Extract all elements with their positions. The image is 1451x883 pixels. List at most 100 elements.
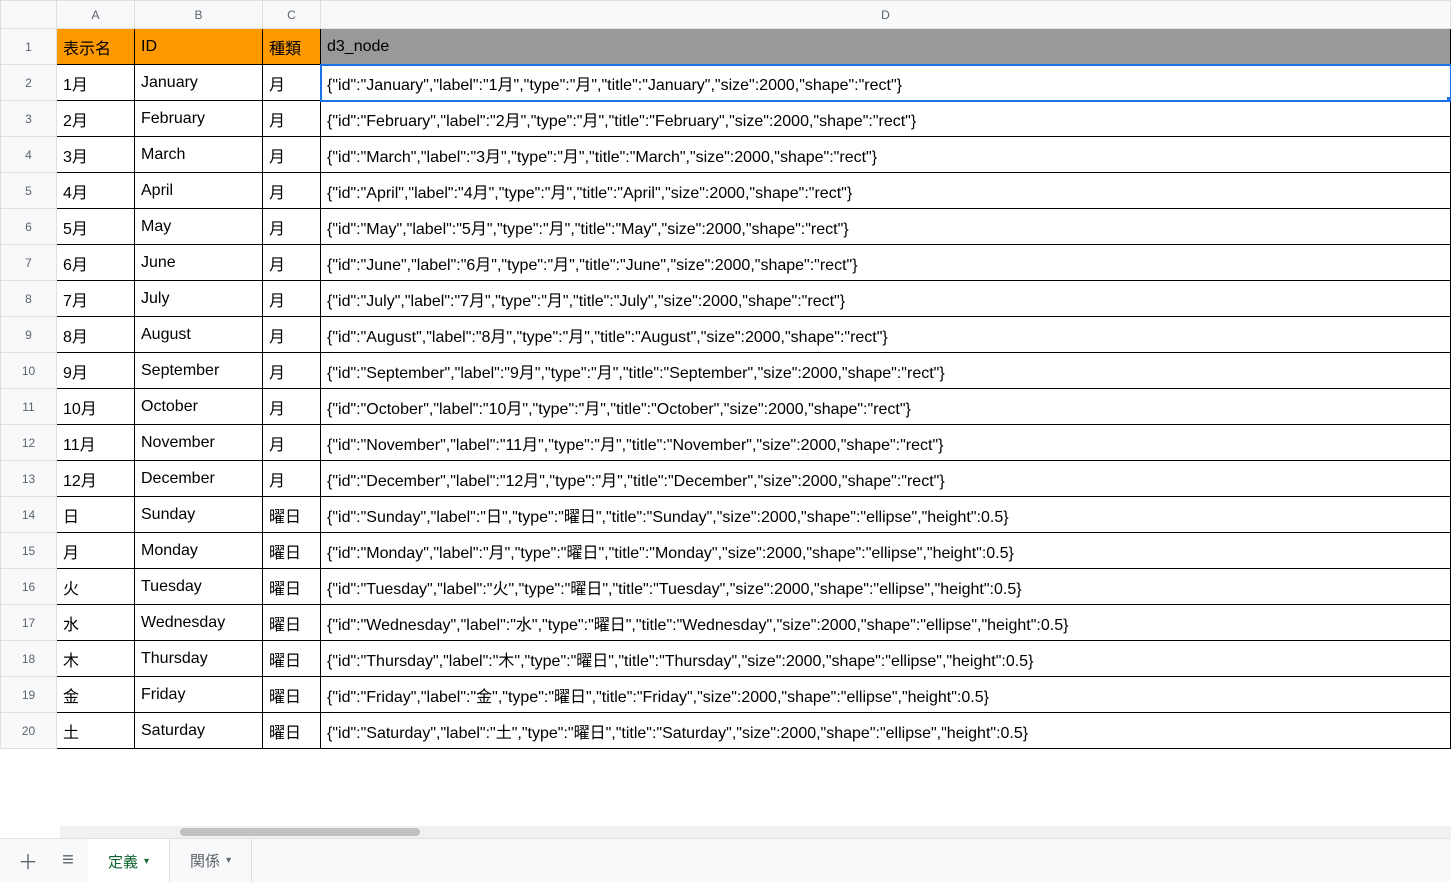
cell-A12[interactable]: 11月 bbox=[57, 425, 135, 461]
row-header[interactable]: 5 bbox=[1, 173, 57, 209]
cell-B8[interactable]: July bbox=[135, 281, 263, 317]
cell-A15[interactable]: 月 bbox=[57, 533, 135, 569]
sheet-tab-関係[interactable]: 関係▾ bbox=[170, 839, 252, 883]
cell-A4[interactable]: 3月 bbox=[57, 137, 135, 173]
col-header-C[interactable]: C bbox=[263, 1, 321, 29]
cell-D15[interactable]: {"id":"Monday","label":"月","type":"曜日","… bbox=[321, 533, 1451, 569]
chevron-down-icon[interactable]: ▾ bbox=[144, 856, 149, 867]
cell-D12[interactable]: {"id":"November","label":"11月","type":"月… bbox=[321, 425, 1451, 461]
col-header-A[interactable]: A bbox=[57, 1, 135, 29]
cell-C17[interactable]: 曜日 bbox=[263, 605, 321, 641]
row-header[interactable]: 6 bbox=[1, 209, 57, 245]
cell-A14[interactable]: 日 bbox=[57, 497, 135, 533]
cell-C10[interactable]: 月 bbox=[263, 353, 321, 389]
cell-D3[interactable]: {"id":"February","label":"2月","type":"月"… bbox=[321, 101, 1451, 137]
header-cell-D[interactable]: d3_node bbox=[321, 29, 1451, 65]
cell-D19[interactable]: {"id":"Friday","label":"金","type":"曜日","… bbox=[321, 677, 1451, 713]
cell-C3[interactable]: 月 bbox=[263, 101, 321, 137]
row-header[interactable]: 11 bbox=[1, 389, 57, 425]
select-all-corner[interactable] bbox=[1, 1, 57, 29]
cell-D6[interactable]: {"id":"May","label":"5月","type":"月","tit… bbox=[321, 209, 1451, 245]
cell-D20[interactable]: {"id":"Saturday","label":"土","type":"曜日"… bbox=[321, 713, 1451, 749]
cell-B9[interactable]: August bbox=[135, 317, 263, 353]
col-header-B[interactable]: B bbox=[135, 1, 263, 29]
row-header[interactable]: 14 bbox=[1, 497, 57, 533]
cell-C5[interactable]: 月 bbox=[263, 173, 321, 209]
header-cell-A[interactable]: 表示名 bbox=[57, 29, 135, 65]
row-header[interactable]: 16 bbox=[1, 569, 57, 605]
cell-B15[interactable]: Monday bbox=[135, 533, 263, 569]
row-header[interactable]: 2 bbox=[1, 65, 57, 101]
cell-C13[interactable]: 月 bbox=[263, 461, 321, 497]
cell-A6[interactable]: 5月 bbox=[57, 209, 135, 245]
cell-A19[interactable]: 金 bbox=[57, 677, 135, 713]
cell-B6[interactable]: May bbox=[135, 209, 263, 245]
cell-C16[interactable]: 曜日 bbox=[263, 569, 321, 605]
cell-A5[interactable]: 4月 bbox=[57, 173, 135, 209]
row-header[interactable]: 4 bbox=[1, 137, 57, 173]
cell-C7[interactable]: 月 bbox=[263, 245, 321, 281]
cell-D17[interactable]: {"id":"Wednesday","label":"水","type":"曜日… bbox=[321, 605, 1451, 641]
cell-C11[interactable]: 月 bbox=[263, 389, 321, 425]
cell-A3[interactable]: 2月 bbox=[57, 101, 135, 137]
cell-A16[interactable]: 火 bbox=[57, 569, 135, 605]
row-header[interactable]: 20 bbox=[1, 713, 57, 749]
cell-D13[interactable]: {"id":"December","label":"12月","type":"月… bbox=[321, 461, 1451, 497]
row-header[interactable]: 15 bbox=[1, 533, 57, 569]
sheet-tab-定義[interactable]: 定義▾ bbox=[88, 839, 170, 883]
cell-B3[interactable]: February bbox=[135, 101, 263, 137]
col-header-D[interactable]: D bbox=[321, 1, 1451, 29]
cell-B18[interactable]: Thursday bbox=[135, 641, 263, 677]
cell-D16[interactable]: {"id":"Tuesday","label":"火","type":"曜日",… bbox=[321, 569, 1451, 605]
all-sheets-button[interactable]: ≡ bbox=[48, 839, 88, 883]
cell-B14[interactable]: Sunday bbox=[135, 497, 263, 533]
cell-D8[interactable]: {"id":"July","label":"7月","type":"月","ti… bbox=[321, 281, 1451, 317]
cell-C2[interactable]: 月 bbox=[263, 65, 321, 101]
row-header[interactable]: 9 bbox=[1, 317, 57, 353]
cell-C4[interactable]: 月 bbox=[263, 137, 321, 173]
cell-B2[interactable]: January bbox=[135, 65, 263, 101]
cell-B20[interactable]: Saturday bbox=[135, 713, 263, 749]
cell-A18[interactable]: 木 bbox=[57, 641, 135, 677]
row-header[interactable]: 18 bbox=[1, 641, 57, 677]
cell-C20[interactable]: 曜日 bbox=[263, 713, 321, 749]
cell-D18[interactable]: {"id":"Thursday","label":"木","type":"曜日"… bbox=[321, 641, 1451, 677]
row-header[interactable]: 12 bbox=[1, 425, 57, 461]
cell-B13[interactable]: December bbox=[135, 461, 263, 497]
cell-D4[interactable]: {"id":"March","label":"3月","type":"月","t… bbox=[321, 137, 1451, 173]
cell-D10[interactable]: {"id":"September","label":"9月","type":"月… bbox=[321, 353, 1451, 389]
cell-C6[interactable]: 月 bbox=[263, 209, 321, 245]
cell-B17[interactable]: Wednesday bbox=[135, 605, 263, 641]
cell-A9[interactable]: 8月 bbox=[57, 317, 135, 353]
row-header[interactable]: 17 bbox=[1, 605, 57, 641]
row-header[interactable]: 1 bbox=[1, 29, 57, 65]
cell-A13[interactable]: 12月 bbox=[57, 461, 135, 497]
cell-C19[interactable]: 曜日 bbox=[263, 677, 321, 713]
cell-C15[interactable]: 曜日 bbox=[263, 533, 321, 569]
cell-A11[interactable]: 10月 bbox=[57, 389, 135, 425]
cell-A20[interactable]: 土 bbox=[57, 713, 135, 749]
row-header[interactable]: 13 bbox=[1, 461, 57, 497]
cell-B11[interactable]: October bbox=[135, 389, 263, 425]
cell-D11[interactable]: {"id":"October","label":"10月","type":"月"… bbox=[321, 389, 1451, 425]
cell-B5[interactable]: April bbox=[135, 173, 263, 209]
cell-B7[interactable]: June bbox=[135, 245, 263, 281]
row-header[interactable]: 8 bbox=[1, 281, 57, 317]
add-sheet-button[interactable]: ＋ bbox=[8, 839, 48, 883]
cell-D9[interactable]: {"id":"August","label":"8月","type":"月","… bbox=[321, 317, 1451, 353]
cell-C18[interactable]: 曜日 bbox=[263, 641, 321, 677]
spreadsheet-grid[interactable]: A B C D 1表示名ID種類d3_node21月January月{"id":… bbox=[0, 0, 1451, 838]
cell-D7[interactable]: {"id":"June","label":"6月","type":"月","ti… bbox=[321, 245, 1451, 281]
cell-A17[interactable]: 水 bbox=[57, 605, 135, 641]
scrollbar-thumb[interactable] bbox=[180, 828, 420, 836]
cell-C14[interactable]: 曜日 bbox=[263, 497, 321, 533]
row-header[interactable]: 3 bbox=[1, 101, 57, 137]
cell-B10[interactable]: September bbox=[135, 353, 263, 389]
cell-C8[interactable]: 月 bbox=[263, 281, 321, 317]
header-cell-B[interactable]: ID bbox=[135, 29, 263, 65]
cell-C12[interactable]: 月 bbox=[263, 425, 321, 461]
row-header[interactable]: 19 bbox=[1, 677, 57, 713]
cell-A2[interactable]: 1月 bbox=[57, 65, 135, 101]
cell-A8[interactable]: 7月 bbox=[57, 281, 135, 317]
cell-D14[interactable]: {"id":"Sunday","label":"日","type":"曜日","… bbox=[321, 497, 1451, 533]
